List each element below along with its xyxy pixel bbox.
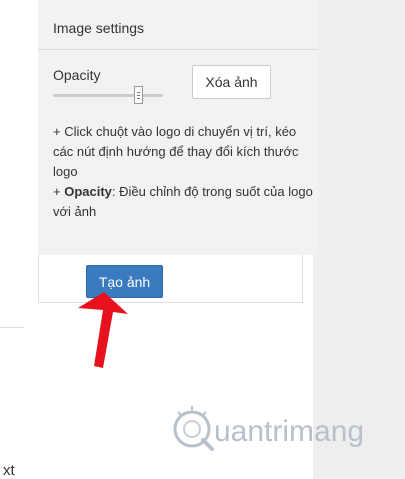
instruction-opacity: + Opacity: Điều chỉnh độ trong suốt của … bbox=[53, 182, 315, 222]
opacity-slider-track[interactable] bbox=[53, 94, 163, 97]
instructions-text: + Click chuột vào logo di chuyển vị trí,… bbox=[53, 122, 315, 222]
panel-title: Image settings bbox=[38, 0, 318, 50]
lightbulb-q-logo-icon bbox=[173, 406, 214, 451]
opacity-label: Opacity bbox=[53, 67, 101, 83]
image-settings-panel: Image settings Opacity Xóa ảnh + Click c… bbox=[38, 0, 318, 255]
watermark-logo: uantrimang bbox=[173, 406, 364, 451]
watermark-text: uantrimang bbox=[214, 415, 364, 448]
instruction-move-resize: + Click chuột vào logo di chuyển vị trí,… bbox=[53, 124, 299, 179]
red-arrow-annotation bbox=[78, 292, 128, 368]
opacity-slider[interactable] bbox=[53, 86, 163, 106]
opacity-slider-thumb[interactable] bbox=[134, 86, 143, 104]
instruction-opacity-keyword: Opacity bbox=[64, 184, 112, 199]
instruction-prefix: + bbox=[53, 184, 65, 199]
page-text-fragment: xt bbox=[3, 462, 15, 479]
delete-image-button[interactable]: Xóa ảnh bbox=[192, 65, 271, 99]
page-divider bbox=[0, 327, 24, 328]
